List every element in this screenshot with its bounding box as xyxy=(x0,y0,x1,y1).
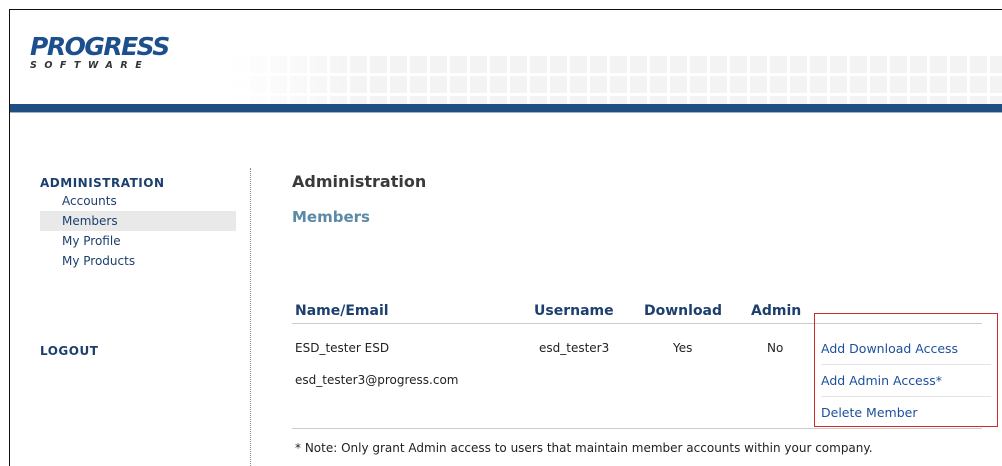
page-title: Administration xyxy=(292,172,427,191)
column-header-download: Download xyxy=(644,303,723,319)
header-blue-bar xyxy=(10,104,1002,112)
logo-main-text: PROGRESS xyxy=(30,32,170,61)
member-download-status: Yes xyxy=(673,341,693,355)
sidebar-divider xyxy=(250,168,251,466)
delete-member-link[interactable]: Delete Member xyxy=(821,403,917,423)
sidebar: ADMINISTRATION Accounts Members My Profi… xyxy=(40,175,236,271)
member-name: ESD_tester ESD xyxy=(295,341,390,355)
page-frame: PROGRESS SOFTWARE ADMINISTRATION Account… xyxy=(9,9,1002,466)
action-separator xyxy=(821,364,991,365)
page-subtitle: Members xyxy=(292,208,370,226)
main-content: Administration Members Name/Email Userna… xyxy=(292,170,998,455)
column-header-admin: Admin xyxy=(751,303,802,319)
logo-sub-text: SOFTWARE xyxy=(30,60,150,71)
column-header-username: Username xyxy=(534,303,614,319)
member-actions-box: Add Download Access Add Admin Access* De… xyxy=(814,313,998,427)
member-username: esd_tester3 xyxy=(539,341,610,355)
add-admin-access-link[interactable]: Add Admin Access* xyxy=(821,371,942,391)
add-download-access-link[interactable]: Add Download Access xyxy=(821,339,958,359)
logout-link[interactable]: LOGOUT xyxy=(40,344,98,358)
table-bottom-border xyxy=(292,428,982,429)
header-bar-underline xyxy=(10,112,1002,113)
member-admin-status: No xyxy=(767,341,784,355)
progress-logo[interactable]: PROGRESS SOFTWARE xyxy=(30,34,190,84)
sidebar-heading: ADMINISTRATION xyxy=(40,176,165,190)
sidebar-item-accounts[interactable]: Accounts xyxy=(40,191,236,211)
header: PROGRESS SOFTWARE xyxy=(10,10,1002,113)
admin-access-note: * Note: Only grant Admin access to users… xyxy=(295,441,873,455)
member-email: esd_tester3@progress.com xyxy=(295,373,459,387)
action-separator xyxy=(821,396,991,397)
sidebar-item-my-profile[interactable]: My Profile xyxy=(40,231,236,251)
column-header-name-email: Name/Email xyxy=(295,303,389,319)
header-pattern-fade xyxy=(230,56,370,104)
sidebar-item-members[interactable]: Members xyxy=(40,211,236,231)
sidebar-item-my-products[interactable]: My Products xyxy=(40,251,236,271)
